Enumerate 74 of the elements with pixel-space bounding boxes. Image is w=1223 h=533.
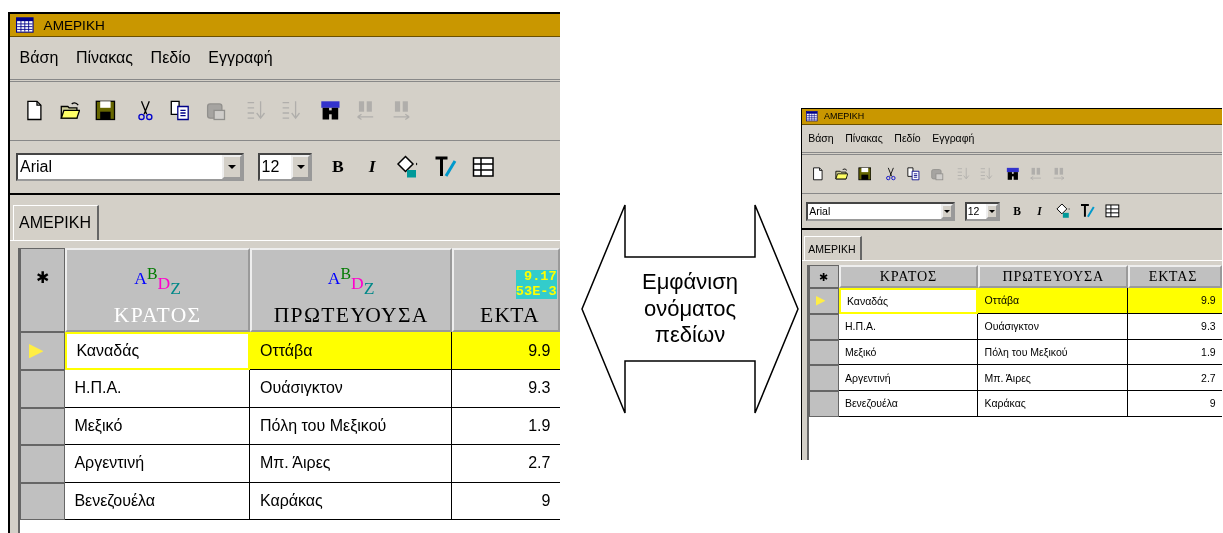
size-dropdown[interactable]: 12 xyxy=(964,201,1001,221)
new-record-marker: ✱ xyxy=(809,265,839,289)
paint-bucket-icon[interactable] xyxy=(1054,203,1071,219)
window-title: ΑΜΕΡΙΚΗ xyxy=(824,111,865,122)
menu-item[interactable]: Πεδίο xyxy=(894,132,921,145)
current-row-arrow-icon xyxy=(29,343,44,359)
table-tab[interactable]: ΑΜΕΡΙΚΗ xyxy=(13,205,100,241)
menu-item[interactable]: Βάση xyxy=(808,132,834,145)
table-cell[interactable]: Καναδάς xyxy=(64,332,251,370)
table-icon xyxy=(806,111,818,122)
text-pen-icon[interactable] xyxy=(1079,203,1096,219)
table-cell[interactable]: Μεξικό xyxy=(838,339,979,366)
table-cell[interactable]: Ουάσιγκτον xyxy=(978,313,1129,340)
row-selector[interactable] xyxy=(20,369,65,408)
copy-icon[interactable] xyxy=(169,100,191,122)
table-cell[interactable]: Πόλη του Μεξικού xyxy=(250,407,452,446)
row-selector[interactable] xyxy=(809,313,839,340)
menu-item[interactable]: Πίνακας xyxy=(75,49,133,68)
table-cell[interactable]: Η.Π.Α. xyxy=(64,369,251,408)
menu-item[interactable]: Πεδίο xyxy=(150,49,191,68)
menu-item[interactable]: Εγγραφή xyxy=(208,49,273,68)
bold-button[interactable]: B xyxy=(326,156,350,178)
table-cell[interactable]: Καράκας xyxy=(978,390,1129,417)
menu-item[interactable]: Πίνακας xyxy=(845,132,883,145)
table-cell[interactable]: Πόλη του Μεξικού xyxy=(978,339,1129,366)
callout-text: Εμφάνιση ονόματος πεδίων xyxy=(641,269,738,349)
table-cell[interactable]: Μεξικό xyxy=(64,407,251,446)
table-cell[interactable]: Ουάσιγκτον xyxy=(250,369,452,408)
menu-item[interactable]: Βάση xyxy=(19,49,59,68)
menu-item[interactable]: Εγγραφή xyxy=(932,132,975,145)
table-cell[interactable]: 9.9 xyxy=(1128,288,1222,314)
table-cell[interactable]: Οττάβα xyxy=(250,332,452,370)
window-title: ΑΜΕΡΙΚΗ xyxy=(43,17,105,33)
row-selector[interactable] xyxy=(809,288,839,314)
font-dropdown[interactable]: Arial xyxy=(16,152,244,182)
column-header[interactable]: ΠΡΩΤΕΥΟΥΣΑ xyxy=(273,302,429,328)
column-header[interactable]: ΕΚΤΑ xyxy=(454,302,540,328)
table-icon xyxy=(16,17,34,34)
folder-icon[interactable] xyxy=(834,167,849,181)
page-icon[interactable] xyxy=(811,167,826,181)
row-selector[interactable] xyxy=(20,407,65,446)
table-grid-icon[interactable] xyxy=(1105,203,1121,219)
table-cell[interactable]: Αργεντινή xyxy=(64,445,251,483)
paint-bucket-icon[interactable] xyxy=(395,154,420,179)
new-record-marker: ✱ xyxy=(20,247,65,333)
number-type-icon: 9.17 53E-3 xyxy=(515,270,557,299)
italic-button[interactable]: I xyxy=(363,156,381,178)
table-cell[interactable]: Βενεζουέλα xyxy=(64,482,251,521)
bold-button[interactable]: B xyxy=(1009,205,1025,218)
font-dropdown[interactable]: Arial xyxy=(806,201,956,221)
row-selector[interactable] xyxy=(809,339,839,366)
table-tab[interactable]: ΑΜΕΡΙΚΗ xyxy=(804,236,862,260)
current-row-arrow-icon xyxy=(815,296,825,306)
folder-icon[interactable] xyxy=(59,100,81,122)
row-selector[interactable] xyxy=(20,482,65,521)
table-cell[interactable]: Βενεζουέλα xyxy=(838,390,979,417)
row-selector[interactable] xyxy=(20,445,65,483)
text-pen-icon[interactable] xyxy=(433,154,458,179)
table-cell[interactable]: Οττάβα xyxy=(978,288,1129,314)
table-cell[interactable]: Η.Π.Α. xyxy=(838,313,979,340)
table-cell[interactable]: Καναδάς xyxy=(838,288,979,314)
scissors-icon[interactable] xyxy=(883,167,898,181)
table-cell[interactable]: Αργεντινή xyxy=(838,365,979,391)
copy-icon[interactable] xyxy=(906,167,921,181)
table-cell[interactable]: Μπ. Άιρες xyxy=(978,365,1129,391)
table-grid-icon[interactable] xyxy=(472,154,496,179)
table-cell[interactable]: Καράκας xyxy=(250,482,452,521)
row-selector[interactable] xyxy=(809,365,839,391)
italic-button[interactable]: I xyxy=(1033,205,1046,218)
row-selector[interactable] xyxy=(809,390,839,417)
table-cell[interactable]: 9.9 xyxy=(452,332,560,370)
table-cell[interactable]: Μπ. Άιρες xyxy=(250,445,452,483)
row-selector[interactable] xyxy=(20,332,65,370)
size-dropdown[interactable]: 12 xyxy=(257,152,313,182)
